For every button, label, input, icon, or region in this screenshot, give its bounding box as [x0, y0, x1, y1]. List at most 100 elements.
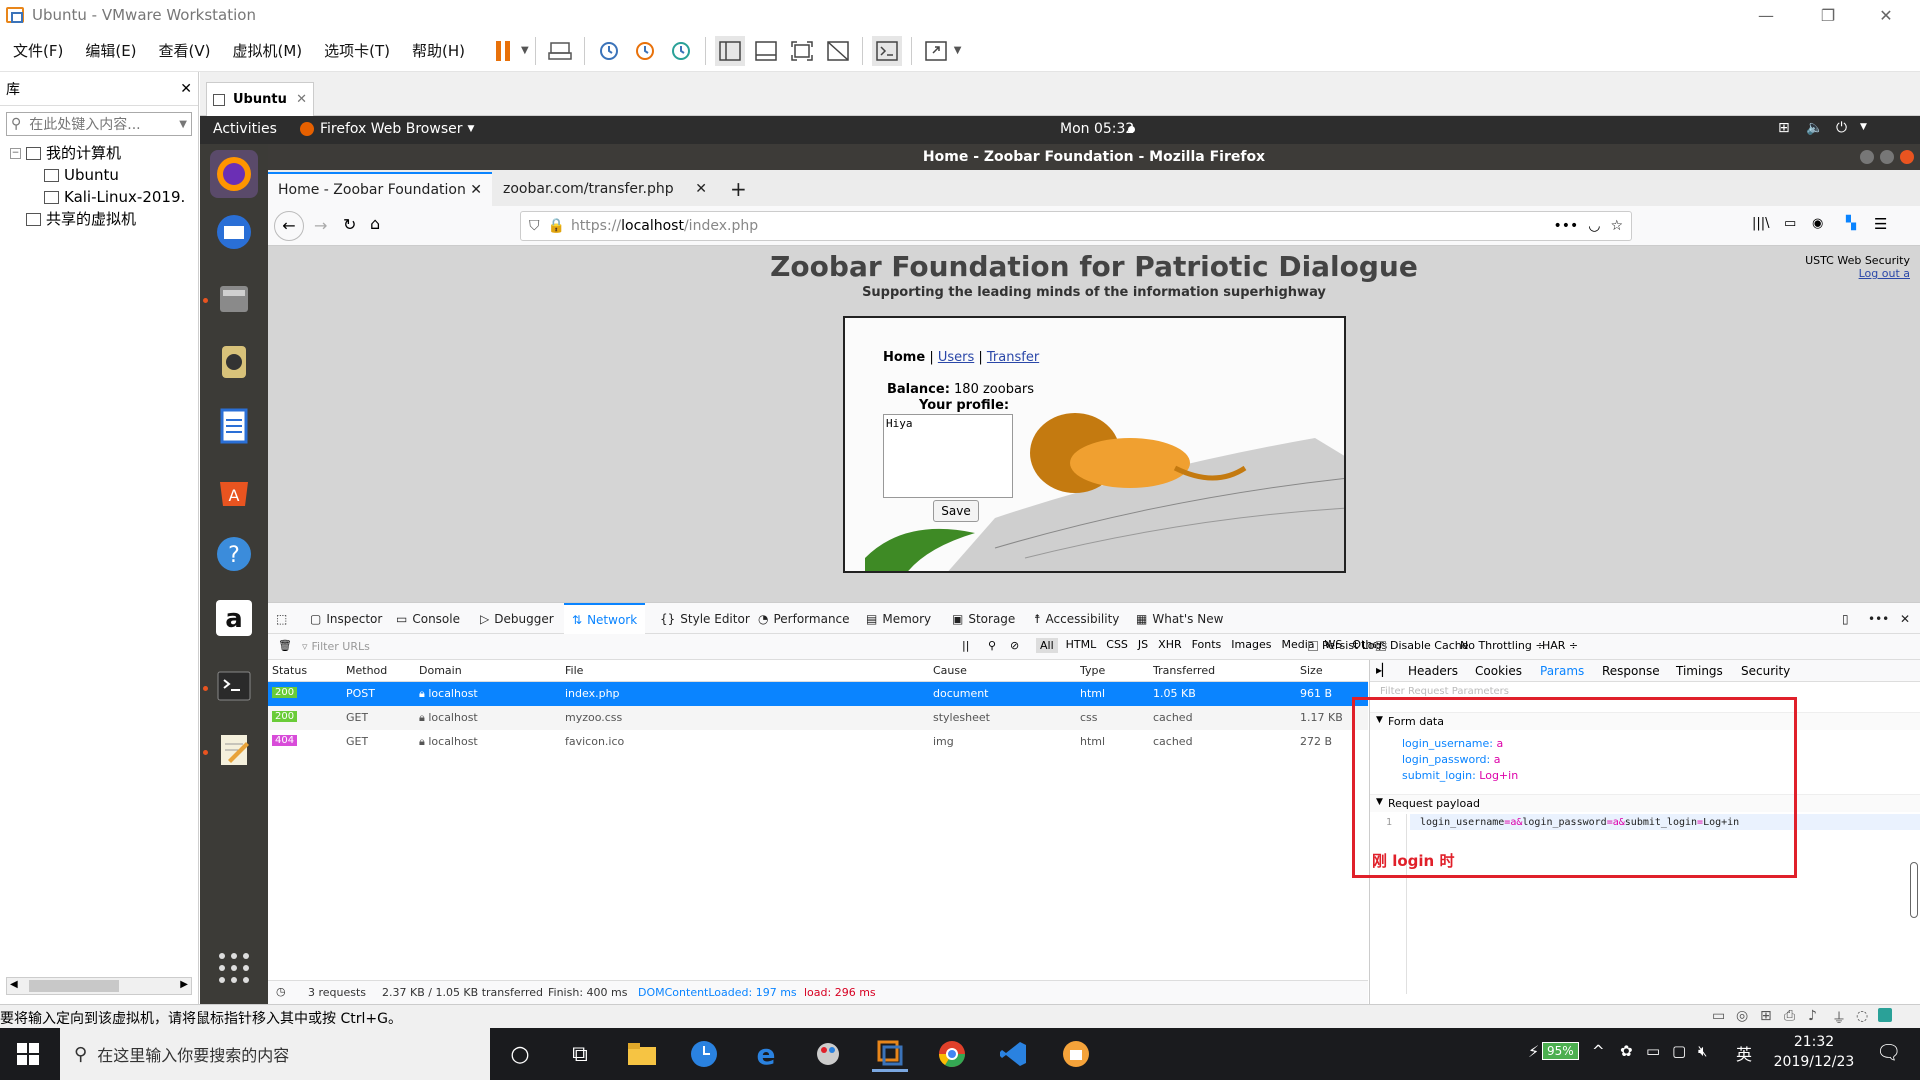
extensions-icon[interactable]: ▚ [1846, 216, 1856, 231]
sidebar-view-icon[interactable] [714, 35, 745, 66]
fullscreen-icon[interactable] [787, 36, 817, 66]
table-row[interactable]: 200 POST 🔒︎ localhost index.php document… [268, 682, 1368, 706]
close-icon[interactable]: ✕ [1862, 0, 1910, 30]
back-icon[interactable]: ← [274, 211, 304, 241]
volume-muted-icon[interactable]: 🔇︎ [1698, 1042, 1707, 1060]
tab-security[interactable]: Security [1741, 664, 1790, 678]
battery-indicator[interactable]: 95% [1542, 1042, 1579, 1060]
block-icon[interactable]: ⊘ [1010, 639, 1019, 652]
send-keys-icon[interactable] [545, 36, 575, 66]
table-row[interactable]: 200 GET 🔒︎ localhost myzoo.css styleshee… [268, 706, 1368, 730]
forward-icon[interactable]: → [314, 216, 327, 235]
har-menu[interactable]: HAR ÷ [1542, 639, 1578, 652]
element-picker-icon[interactable]: ⬚ [276, 603, 287, 634]
taskbar-search-box[interactable]: ⚲ 在这里输入你要搜索的内容 [60, 1028, 490, 1080]
lock-icon[interactable]: 🔒 [548, 218, 565, 234]
text-editor-icon[interactable] [210, 726, 258, 774]
taskbar-clock[interactable]: 21:32 2019/12/23 [1764, 1032, 1864, 1072]
revert-snapshot-icon[interactable] [630, 36, 660, 66]
network-icon[interactable]: ⊞ [1778, 120, 1790, 136]
file-explorer-icon[interactable] [624, 1036, 660, 1072]
battery-icon[interactable]: ▭ [1646, 1042, 1660, 1060]
restore-icon[interactable]: ❐ [1804, 0, 1852, 30]
window-minimize-icon[interactable] [1860, 150, 1874, 164]
side-scrollbar[interactable] [1910, 862, 1918, 918]
thunderbird-icon[interactable] [210, 208, 258, 256]
close-tab-icon[interactable]: ✕ [695, 181, 707, 197]
sidebar-icon[interactable]: ▭ [1784, 216, 1796, 231]
help-icon[interactable]: ? [210, 530, 258, 578]
devtools-tab-console[interactable]: ▭ Console [396, 603, 460, 634]
filter-js[interactable]: JS [1138, 638, 1148, 653]
tab-home-zoobar[interactable]: Home - Zoobar Foundation ✕ [268, 172, 492, 206]
stretch-icon[interactable] [921, 36, 951, 66]
volume-icon[interactable]: 🔈 [1806, 120, 1823, 136]
page-actions-icon[interactable]: ••• [1553, 218, 1578, 234]
minimize-icon[interactable]: — [1742, 0, 1790, 30]
hdd-icon[interactable]: ▭ [1712, 1008, 1725, 1024]
chevron-down-icon[interactable]: ▼ [179, 119, 187, 130]
cortana-icon[interactable]: ○ [502, 1036, 538, 1072]
rhythmbox-icon[interactable] [210, 338, 258, 386]
menu-file[interactable]: 文件(F) [0, 40, 72, 61]
col-transferred[interactable]: Transferred [1153, 664, 1215, 677]
vm-tools-icon[interactable] [1878, 1008, 1892, 1022]
devtools-tab-performance[interactable]: ◔ Performance [758, 603, 850, 634]
close-tab-icon[interactable]: ✕ [296, 92, 307, 107]
col-method[interactable]: Method [346, 664, 387, 677]
reload-icon[interactable]: ↻ [343, 215, 356, 234]
menu-edit[interactable]: 编辑(E) [72, 40, 145, 61]
cd-icon[interactable]: ◎ [1736, 1008, 1748, 1024]
save-button[interactable]: Save [933, 500, 979, 522]
profile-textarea[interactable]: Hiya [883, 414, 1013, 498]
tab-timings[interactable]: Timings [1676, 664, 1723, 678]
col-domain[interactable]: Domain [419, 664, 462, 677]
col-size[interactable]: Size [1300, 664, 1323, 677]
library-icon[interactable]: |||\ [1752, 216, 1770, 231]
window-maximize-icon[interactable] [1880, 150, 1894, 164]
filter-params-input[interactable]: Filter Request Parameters [1380, 686, 1509, 697]
devtools-menu-icon[interactable]: ••• [1868, 603, 1889, 634]
filter-html[interactable]: HTML [1066, 638, 1097, 653]
tab-transfer[interactable]: zoobar.com/transfer.php ✕ [493, 172, 717, 206]
clear-log-icon[interactable]: 🗑 [278, 639, 292, 652]
console-view-icon[interactable] [751, 36, 781, 66]
network-adapter-icon[interactable]: ⊞ [1760, 1008, 1772, 1024]
tab-headers[interactable]: Headers [1408, 664, 1458, 678]
clock[interactable]: Mon 05:32 [1060, 121, 1134, 137]
nav-transfer[interactable]: Transfer [987, 350, 1039, 365]
col-type[interactable]: Type [1080, 664, 1105, 677]
devtools-tab-debugger[interactable]: ▷ Debugger [480, 603, 554, 634]
new-tab-button[interactable]: + [720, 172, 757, 206]
chrome-icon[interactable] [934, 1036, 970, 1072]
toggle-panel-icon[interactable]: ▸▏ [1376, 663, 1391, 677]
performance-analysis-icon[interactable]: ◷ [276, 985, 286, 998]
menu-help[interactable]: 帮助(H) [399, 40, 474, 61]
home-icon[interactable]: ⌂ [370, 214, 380, 233]
unity-icon[interactable] [823, 36, 853, 66]
col-file[interactable]: File [565, 664, 583, 677]
account-icon[interactable]: ◉ [1812, 216, 1823, 231]
menu-view[interactable]: 查看(V) [146, 40, 220, 61]
bookmark-star-icon[interactable]: ☆ [1610, 218, 1623, 234]
pause-recording-icon[interactable]: || [962, 639, 969, 652]
network-tray-icon[interactable]: ▢ [1672, 1042, 1686, 1060]
col-status[interactable]: Status [272, 664, 307, 677]
snapshot-manager-icon[interactable] [666, 36, 696, 66]
windows-start-icon[interactable] [10, 1036, 46, 1072]
table-row[interactable]: 404 GET 🔒︎ localhost favicon.ico img htm… [268, 730, 1368, 754]
stretch-dropdown-icon[interactable]: ▼ [954, 45, 962, 56]
task-view-icon[interactable]: ⧉ [562, 1036, 598, 1072]
filter-all[interactable]: All [1036, 638, 1058, 653]
devtools-tab-style-editor[interactable]: {} Style Editor [660, 603, 750, 634]
tree-my-computer[interactable]: − 我的计算机 [10, 142, 198, 164]
devtools-tab-accessibility[interactable]: ☨ Accessibility [1034, 603, 1119, 634]
tray-app-icon[interactable]: ✿ [1620, 1042, 1633, 1060]
tree-shared-vms[interactable]: 共享的虚拟机 [10, 208, 198, 230]
power-icon[interactable]: ⏻ [1836, 120, 1847, 136]
url-bar[interactable]: ⛉ 🔒 https://localhost/index.php ••• ◡ ☆ [520, 211, 1632, 241]
library-close-icon[interactable]: ✕ [180, 81, 192, 97]
notification-center-icon[interactable]: 🗨︎ [1876, 1040, 1901, 1064]
terminal-icon[interactable] [871, 35, 902, 66]
devtools-tab-whats-new[interactable]: ▦ What's New [1136, 603, 1223, 634]
